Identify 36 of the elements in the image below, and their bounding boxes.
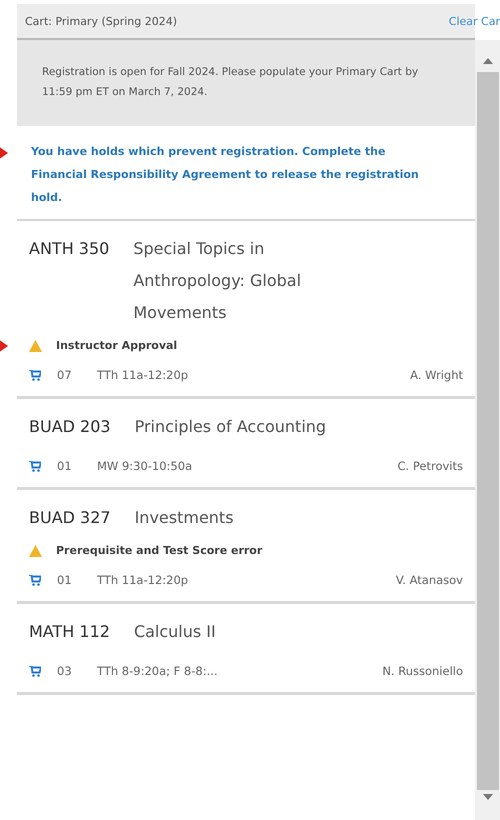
scrollbar[interactable] <box>475 40 500 820</box>
pointer-arrow-icon <box>0 338 8 352</box>
warning-text: Instructor Approval <box>56 339 178 352</box>
scrollbar-thumb[interactable] <box>476 72 498 790</box>
cart-icon <box>29 666 41 676</box>
instructor-name: N. Russoniello <box>382 664 463 678</box>
instructor-name: A. Wright <box>410 368 463 382</box>
cart-title: Cart: Primary (Spring 2024) <box>25 14 178 28</box>
meeting-time: TTh 11a-12:20p <box>97 368 190 382</box>
meeting-time: MW 9:30-10:50a <box>97 459 194 473</box>
course-code: ANTH 350 <box>29 238 110 260</box>
course-code: MATH 112 <box>29 621 110 643</box>
course-code: BUAD 203 <box>29 416 111 438</box>
warning-icon <box>29 544 42 556</box>
course-title: Investments <box>134 507 234 529</box>
section-number: 03 <box>57 664 73 678</box>
course-title: Calculus II <box>134 621 216 643</box>
warning-text: Prerequisite and Test Score error <box>56 544 262 557</box>
cart-icon <box>29 460 41 472</box>
course-title: Principles of Accounting <box>134 416 326 438</box>
section-number: 01 <box>57 573 73 587</box>
scroll-up-icon[interactable] <box>482 58 492 64</box>
instructor-name: C. Petrovits <box>398 459 463 473</box>
instructor-name: V. Atanasov <box>396 573 463 587</box>
cart-icon <box>29 370 41 380</box>
warning-icon <box>29 340 42 352</box>
registration-notice: Registration is open for Fall 2024. Please populate your Primary Cart by 11:59 pm ET on March 7, 2024. <box>17 40 475 126</box>
course-code: BUAD 327 <box>29 507 111 529</box>
meeting-time: TTh 8-9:20a; F 8-8:... <box>97 664 219 678</box>
section-number: 07 <box>57 368 73 382</box>
meeting-time: TTh 11a-12:20p <box>97 573 190 587</box>
section-number: 01 <box>57 459 73 473</box>
course-title: Special Topics in Anthropology: Global Movements <box>133 238 302 324</box>
cart-icon <box>29 574 41 586</box>
scroll-down-icon[interactable] <box>482 794 492 800</box>
pointer-arrow-icon <box>0 146 8 160</box>
